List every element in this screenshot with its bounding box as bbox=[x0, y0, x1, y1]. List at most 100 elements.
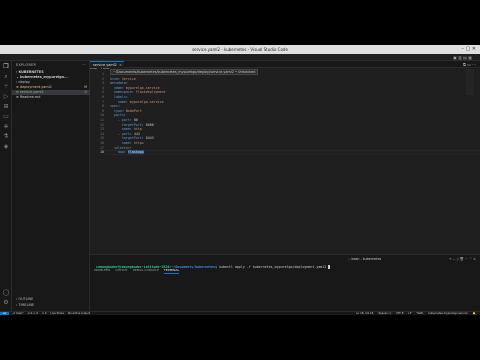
tree-item-label: ⌄ kubernetes_mypurelgo... bbox=[16, 75, 68, 79]
minimap[interactable] bbox=[466, 69, 474, 95]
title-bar: service.yaml2 - kubernetes - Visual Stud… bbox=[0, 45, 480, 54]
outline-section[interactable]: › OUTLINE bbox=[16, 297, 33, 301]
tree-item-label: › KUBERNETES bbox=[16, 70, 44, 74]
status-item[interactable]: Live Share bbox=[51, 312, 65, 315]
yaml-punct: : bbox=[125, 81, 128, 86]
yaml-key: kind bbox=[110, 76, 118, 81]
code-line: targetPort: 8443 bbox=[110, 136, 154, 140]
yaml-punct bbox=[110, 150, 118, 154]
status-item[interactable]: 🔔 bbox=[473, 312, 476, 315]
line-number: 4 bbox=[102, 85, 104, 90]
extensions-icon[interactable]: ⊞ bbox=[2, 103, 10, 111]
code-line: spec: bbox=[110, 104, 120, 108]
terminal-command: kubectl apply -f kubernetes_mypurelgo/de… bbox=[217, 265, 329, 269]
line-number: 3 bbox=[102, 81, 104, 86]
code-line: namespace: flaskdeployment bbox=[110, 90, 166, 94]
code-line: app: flaskapp bbox=[110, 150, 144, 155]
run-debug-icon[interactable]: ▷ bbox=[2, 93, 10, 101]
docker-icon[interactable]: ◈ bbox=[2, 143, 10, 151]
line-number: 13 bbox=[100, 127, 104, 132]
yaml-key: ports bbox=[113, 113, 124, 118]
window-controls[interactable]: – ▢ ✕ bbox=[461, 45, 476, 54]
status-item[interactable]: ⊙ 0 bbox=[42, 312, 47, 315]
status-item[interactable]: No active project bbox=[68, 312, 90, 315]
layout-icons[interactable]: ▣ ▥ ▤ ▦ bbox=[453, 54, 472, 61]
vscode-window: service.yaml2 - kubernetes - Visual Stud… bbox=[0, 45, 480, 315]
line-number: 14 bbox=[100, 131, 104, 136]
source-control-icon[interactable]: ⑂ bbox=[2, 83, 10, 91]
account-icon[interactable]: ◯ bbox=[2, 289, 10, 297]
yaml-key: name bbox=[113, 85, 122, 90]
close-tab-icon[interactable]: × bbox=[119, 62, 122, 68]
line-number: 8 bbox=[102, 104, 104, 109]
tab-service-yaml[interactable]: service.yaml2 × bbox=[90, 61, 124, 68]
more-actions-icon[interactable]: ··· bbox=[82, 62, 86, 67]
yaml-punct: - bbox=[110, 131, 122, 136]
code-line: labels: bbox=[110, 95, 128, 99]
tab-label: service.yaml2 bbox=[93, 63, 117, 67]
testing-icon[interactable]: ⚗ bbox=[2, 133, 10, 141]
status-item[interactable]: UTF-8 bbox=[396, 312, 404, 315]
status-item[interactable]: ⊘ 0 ⚠ 0 bbox=[28, 312, 38, 315]
line-number: 11 bbox=[100, 118, 104, 122]
yaml-key: targetPort bbox=[121, 136, 142, 141]
yaml-value: 80 bbox=[133, 118, 138, 122]
remote-explorer-icon[interactable]: ▭ bbox=[2, 113, 10, 121]
prompt-path: :~/Documents/kubernetes$ bbox=[169, 265, 218, 269]
code-line: type: NodePort bbox=[110, 109, 142, 113]
terminal-selector[interactable]: ⌵ bash - kubernetes bbox=[348, 256, 381, 262]
explorer-header: EXPLORER bbox=[16, 63, 37, 67]
code-editor[interactable]: 1apiVersion: v12kind: Service3metadata:4… bbox=[90, 69, 480, 249]
status-item[interactable]: kubernetes:mypurelgo:service bbox=[428, 312, 467, 315]
line-number: 7 bbox=[102, 99, 104, 104]
yaml-punct bbox=[110, 100, 118, 104]
yaml-key: metadata bbox=[110, 81, 126, 86]
bottom-panel: Problems Output Debug Console Terminal ⌵ ba… bbox=[90, 254, 480, 311]
code-line: targetPort: 8000 bbox=[110, 123, 154, 127]
current-line-highlight bbox=[104, 149, 480, 155]
yaml-punct: : bbox=[125, 95, 128, 99]
yaml-punct bbox=[110, 136, 122, 140]
yaml-value: http bbox=[133, 127, 142, 132]
terminal-cursor bbox=[328, 265, 331, 269]
code-line: ports: bbox=[110, 113, 126, 117]
explorer-icon[interactable]: ❐ bbox=[2, 63, 10, 71]
yaml-key: name bbox=[117, 99, 126, 104]
status-item[interactable]: YAML bbox=[416, 312, 423, 315]
status-item[interactable]: Spaces: 2 bbox=[378, 312, 391, 315]
yaml-value: 8000 bbox=[145, 122, 154, 127]
kubernetes-icon[interactable]: ⎈ bbox=[2, 123, 10, 131]
yaml-punct bbox=[110, 141, 122, 145]
yaml-value: https bbox=[133, 141, 144, 145]
code-line: - port: 443 bbox=[110, 132, 140, 136]
tree-item[interactable]: ≡ Readme.md bbox=[12, 95, 90, 100]
settings-gear-icon[interactable]: ⚙ bbox=[2, 299, 10, 307]
status-item[interactable]: LF bbox=[409, 312, 412, 315]
yaml-key: name bbox=[121, 141, 130, 145]
yaml-punct bbox=[110, 127, 122, 131]
line-number: 16 bbox=[100, 141, 104, 145]
terminal-output[interactable]: cemungbudur@cemungbudur-Latitude-3520:~/… bbox=[96, 265, 331, 269]
code-line: kind: Service bbox=[110, 77, 136, 81]
remote-indicator-icon[interactable]: ⋈ bbox=[0, 312, 9, 315]
line-number: 10 bbox=[100, 113, 104, 118]
search-icon[interactable]: ⌕ bbox=[2, 73, 10, 81]
yaml-value: 443 bbox=[133, 131, 140, 136]
editor-tab-bar: service.yaml2 × ⧉ ▭ ··· bbox=[90, 61, 480, 68]
yaml-value: mypurelgo-service bbox=[125, 85, 160, 90]
yaml-punct: : bbox=[123, 113, 126, 118]
yaml-value: mypurelgo-service bbox=[129, 99, 164, 104]
tree-item-label: › deploy bbox=[16, 80, 30, 84]
editor-actions[interactable]: ⧉ ▭ ··· bbox=[463, 61, 476, 68]
status-item[interactable]: ⎇ main* bbox=[12, 312, 24, 315]
yaml-key: spec bbox=[110, 104, 118, 109]
status-item[interactable]: Ln 18, Col 18 bbox=[356, 312, 373, 315]
line-number: 2 bbox=[102, 76, 104, 81]
timeline-section[interactable]: › TIMELINE bbox=[16, 303, 34, 307]
prompt-user: cemungbudur@cemungbudur-Latitude-3520 bbox=[96, 265, 170, 269]
panel-actions[interactable]: + ⌄ ▯ 🗑 ··· ⌃ × bbox=[449, 256, 476, 262]
yaml-key: targetPort bbox=[121, 122, 142, 127]
line-number: 1 bbox=[102, 72, 104, 76]
yaml-value: 8443 bbox=[145, 136, 154, 141]
code-line: name: http bbox=[110, 127, 142, 131]
